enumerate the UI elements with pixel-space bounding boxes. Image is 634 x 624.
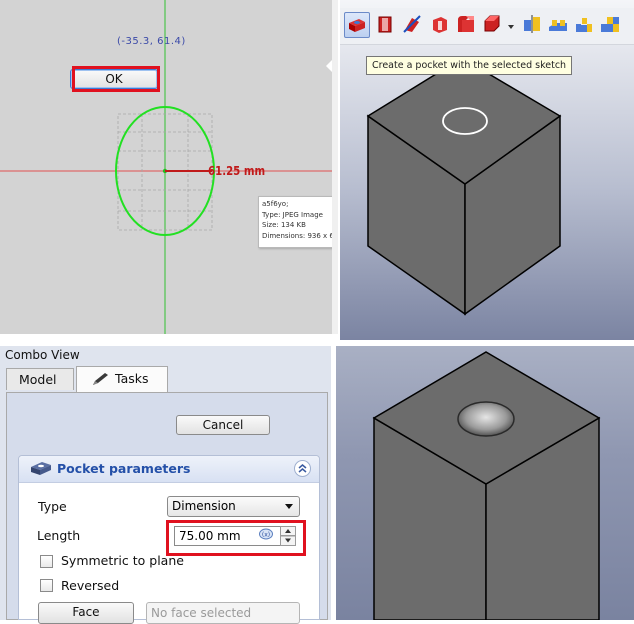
face-button[interactable]: Face xyxy=(38,602,134,624)
chevron-down-icon[interactable] xyxy=(508,25,514,29)
file-info-tooltip: a5f6yo; Type: JPEG Image Size: 134 KB Di… xyxy=(258,196,334,248)
length-label: Length xyxy=(37,528,81,543)
type-label: Type xyxy=(38,499,67,514)
revolution-icon xyxy=(403,15,421,33)
pad-icon xyxy=(378,16,392,33)
multitransform-icon xyxy=(601,17,619,32)
pocket-hole xyxy=(457,401,515,437)
polar-pattern-icon xyxy=(576,18,592,32)
collapse-panel-button[interactable] xyxy=(294,460,311,477)
length-highlight-box xyxy=(166,520,306,556)
fillet-icon xyxy=(458,16,474,32)
file-dimensions: Dimensions: 936 x 669 xyxy=(262,231,334,240)
revolution-button[interactable] xyxy=(400,12,424,36)
tab-tasks-label: Tasks xyxy=(115,371,149,386)
ok-highlight-box xyxy=(72,66,160,92)
pocket-button[interactable] xyxy=(344,12,370,38)
sketch-view[interactable]: (-35.3, 61.4) 61.25 mm a5f6yo; Type: JPE… xyxy=(0,0,334,334)
pad-button[interactable] xyxy=(373,12,397,36)
chamfer-button[interactable] xyxy=(480,12,504,36)
cursor-coordinates: (-35.3, 61.4) xyxy=(117,36,186,47)
face-selection-field: No face selected xyxy=(146,602,300,624)
cancel-button[interactable]: Cancel xyxy=(176,415,270,435)
chamfer-icon xyxy=(484,15,500,32)
pocket-icon xyxy=(31,462,51,475)
pocket-parameters-title: Pocket parameters xyxy=(57,461,191,476)
symmetric-checkbox[interactable] xyxy=(40,555,53,568)
file-name: a5f6yo; xyxy=(262,200,289,208)
tasks-icon xyxy=(93,373,108,385)
tab-model[interactable]: Model xyxy=(6,368,74,390)
mirror-icon xyxy=(524,15,540,33)
chevron-down-icon[interactable] xyxy=(285,504,293,509)
tab-tasks[interactable]: Tasks xyxy=(76,366,168,392)
3d-view-after[interactable] xyxy=(336,346,634,620)
dimension-label[interactable]: 61.25 mm xyxy=(208,164,265,178)
combo-tabbar: Model Tasks xyxy=(0,366,331,392)
symmetric-label: Symmetric to plane xyxy=(61,553,184,568)
fillet-button[interactable] xyxy=(454,12,478,36)
double-chevron-up-icon xyxy=(298,464,307,473)
reversed-label: Reversed xyxy=(61,578,120,593)
linear-pattern-icon xyxy=(549,20,567,31)
pocket-tooltip: Create a pocket with the selected sketch xyxy=(366,56,573,75)
3d-view-before[interactable] xyxy=(340,0,634,340)
groove-button[interactable] xyxy=(428,12,452,36)
collapse-arrow-icon[interactable] xyxy=(326,60,332,72)
cube-model[interactable] xyxy=(340,0,634,340)
polar-pattern-button[interactable] xyxy=(572,12,596,36)
linear-pattern-button[interactable] xyxy=(546,12,570,36)
type-dropdown[interactable]: Dimension xyxy=(167,496,300,517)
sketch-canvas[interactable] xyxy=(0,0,334,334)
partdesign-toolbar xyxy=(340,8,634,45)
file-size: Size: 134 KB xyxy=(262,221,306,229)
reversed-checkbox[interactable] xyxy=(40,579,53,592)
multitransform-button[interactable] xyxy=(598,12,622,36)
groove-icon xyxy=(433,17,447,33)
pocket-icon xyxy=(349,19,365,32)
sketch-view-border xyxy=(332,0,338,334)
mirror-button[interactable] xyxy=(520,12,544,36)
cube-with-pocket[interactable] xyxy=(336,346,634,620)
file-type: Type: JPEG Image xyxy=(262,210,323,219)
combo-view-title: Combo View xyxy=(5,348,80,362)
